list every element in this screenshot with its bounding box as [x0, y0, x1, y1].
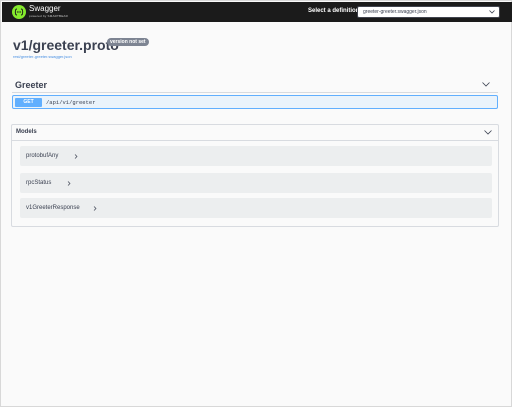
browser-frame: Swagger powered by SMARTBEAR Select a de… — [0, 0, 512, 407]
chevron-down-icon[interactable] — [484, 130, 492, 135]
operation-path: /api/v1/greeter — [46, 99, 96, 106]
model-name: v1GreeterResponse — [26, 205, 80, 211]
version-badge: version not set — [107, 38, 149, 46]
models-section: Models protobufAny rpcStatus v1GreeterRe… — [11, 124, 499, 227]
divider — [12, 92, 498, 93]
tag-greeter-title[interactable]: Greeter — [15, 80, 47, 90]
brand-tagline: powered by SMARTBEAR — [29, 14, 68, 18]
chevron-down-icon[interactable] — [482, 82, 490, 87]
topbar: Swagger powered by SMARTBEAR Select a de… — [2, 2, 512, 22]
models-title[interactable]: Models — [16, 129, 37, 135]
model-name: rpcStatus — [26, 180, 52, 186]
divider — [12, 140, 498, 141]
model-name: protobufAny — [26, 153, 59, 159]
chevron-right-icon — [93, 206, 97, 211]
definition-select[interactable]: greeter-greeter.swagger.json — [357, 6, 500, 18]
page-title: v1/greeter.proto — [13, 37, 119, 53]
definition-select-value: greeter-greeter.swagger.json — [363, 9, 427, 15]
spec-url-link[interactable]: rest/greeter-greeter.swagger.json — [13, 54, 72, 59]
chevron-right-icon — [67, 181, 71, 186]
http-method-badge: GET — [15, 98, 42, 107]
chevron-right-icon — [74, 154, 78, 159]
operation-get-greeter[interactable]: GET /api/v1/greeter — [12, 95, 498, 109]
model-rpcstatus[interactable]: rpcStatus — [20, 173, 492, 193]
brand-name: Swagger — [29, 4, 61, 13]
model-v1greeterresponse[interactable]: v1GreeterResponse — [20, 198, 492, 218]
chevron-down-icon — [489, 10, 495, 14]
swagger-logo-icon — [12, 5, 26, 19]
model-protobufany[interactable]: protobufAny — [20, 146, 492, 166]
definition-label: Select a definition — [308, 8, 360, 14]
